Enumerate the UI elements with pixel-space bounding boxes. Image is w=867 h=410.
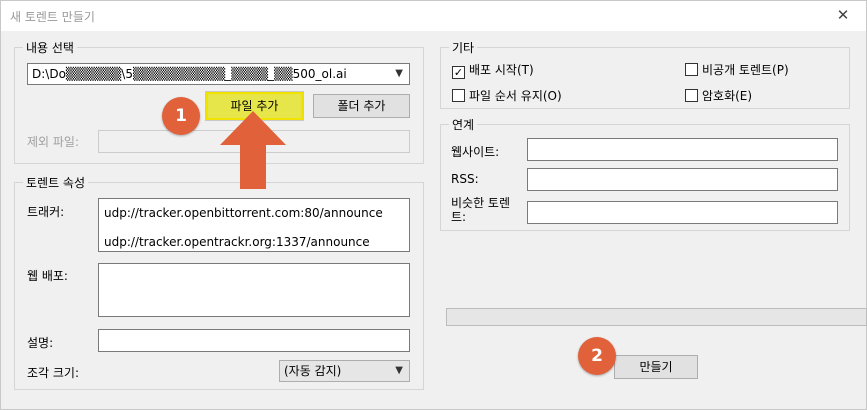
progress-bar <box>446 308 867 326</box>
chevron-down-icon[interactable]: ▼ <box>395 361 403 381</box>
chevron-down-icon[interactable]: ▼ <box>395 64 403 84</box>
tracker-line: udp://tracker.openbittorrent.com:80/anno… <box>104 206 383 220</box>
create-button[interactable]: 만들기 <box>614 355 698 379</box>
torrent-properties-title: 토렌트 속성 <box>23 174 89 191</box>
rss-label: RSS: <box>451 172 479 186</box>
checkbox-icon[interactable] <box>685 89 698 102</box>
similar-torrent-field[interactable] <box>527 201 838 224</box>
start-seeding-checkbox[interactable]: ✓ 배포 시작(T) <box>452 61 534 79</box>
title-bar: 새 토렌트 만들기 ✕ <box>1 1 866 31</box>
rss-field[interactable] <box>527 168 838 191</box>
piece-size-value: (자동 감지) <box>284 364 342 378</box>
content-group-title: 내용 선택 <box>23 39 77 56</box>
tracker-label: 트래커: <box>27 205 65 219</box>
checkbox-icon[interactable] <box>452 89 465 102</box>
add-folder-button[interactable]: 폴더 추가 <box>313 94 410 118</box>
comment-label: 설명: <box>27 336 54 350</box>
preserve-file-order-checkbox[interactable]: 파일 순서 유지(O) <box>452 87 562 104</box>
piece-size-label: 조각 크기: <box>27 366 80 380</box>
similar-torrent-label-line2: 트: <box>451 210 467 224</box>
web-seed-label: 웹 배포: <box>27 269 68 283</box>
path-combobox[interactable]: D:\Do▒▒▒▒▒▒\5▒▒▒▒▒▒▒▒▒▒_▒▒▒▒_▒▒500_ol.ai… <box>27 63 410 85</box>
website-label: 웹사이트: <box>451 145 500 159</box>
window-title: 새 토렌트 만들기 <box>10 10 95 24</box>
encryption-checkbox[interactable]: 암호화(E) <box>685 87 752 104</box>
other-group-title: 기타 <box>449 39 478 56</box>
private-torrent-checkbox[interactable]: 비공개 토렌트(P) <box>685 61 789 78</box>
piece-size-select[interactable]: (자동 감지) ▼ <box>279 360 410 382</box>
tracker-textarea[interactable]: udp://tracker.openbittorrent.com:80/anno… <box>98 198 410 252</box>
step-badge-2: 2 <box>578 337 616 375</box>
web-seed-textarea[interactable] <box>98 263 410 317</box>
path-value: D:\Do▒▒▒▒▒▒\5▒▒▒▒▒▒▒▒▒▒_▒▒▒▒_▒▒500_ol.ai <box>32 67 347 81</box>
tracker-line: udp://tracker.opentrackr.org:1337/announ… <box>104 235 370 249</box>
checkbox-checked-icon[interactable]: ✓ <box>452 66 465 79</box>
comment-field[interactable] <box>98 329 410 352</box>
website-field[interactable] <box>527 138 838 161</box>
links-group-title: 연계 <box>449 116 478 133</box>
close-icon[interactable]: ✕ <box>820 1 866 31</box>
checkbox-icon[interactable] <box>685 63 698 76</box>
create-torrent-dialog: 새 토렌트 만들기 ✕ 내용 선택 D:\Do▒▒▒▒▒▒\5▒▒▒▒▒▒▒▒▒… <box>0 0 867 410</box>
step-badge-1: 1 <box>162 97 200 135</box>
exclude-files-label: 제외 파일: <box>27 135 80 149</box>
up-arrow-annotation <box>220 111 286 189</box>
